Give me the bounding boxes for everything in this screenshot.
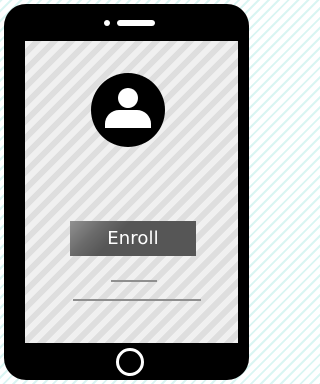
- phone-screen: Enroll: [25, 41, 238, 343]
- speaker-grille: [117, 20, 155, 26]
- text-line-short: [111, 280, 157, 282]
- user-avatar-icon: [91, 73, 165, 147]
- home-button[interactable]: [116, 348, 144, 376]
- front-camera-dot: [104, 20, 110, 26]
- avatar-shoulders-shape: [105, 110, 151, 128]
- avatar-head-shape: [118, 88, 138, 108]
- enroll-button-label: Enroll: [107, 227, 159, 249]
- enroll-button[interactable]: Enroll: [70, 221, 196, 256]
- text-line-long: [73, 299, 201, 301]
- phone-frame: Enroll: [4, 4, 249, 380]
